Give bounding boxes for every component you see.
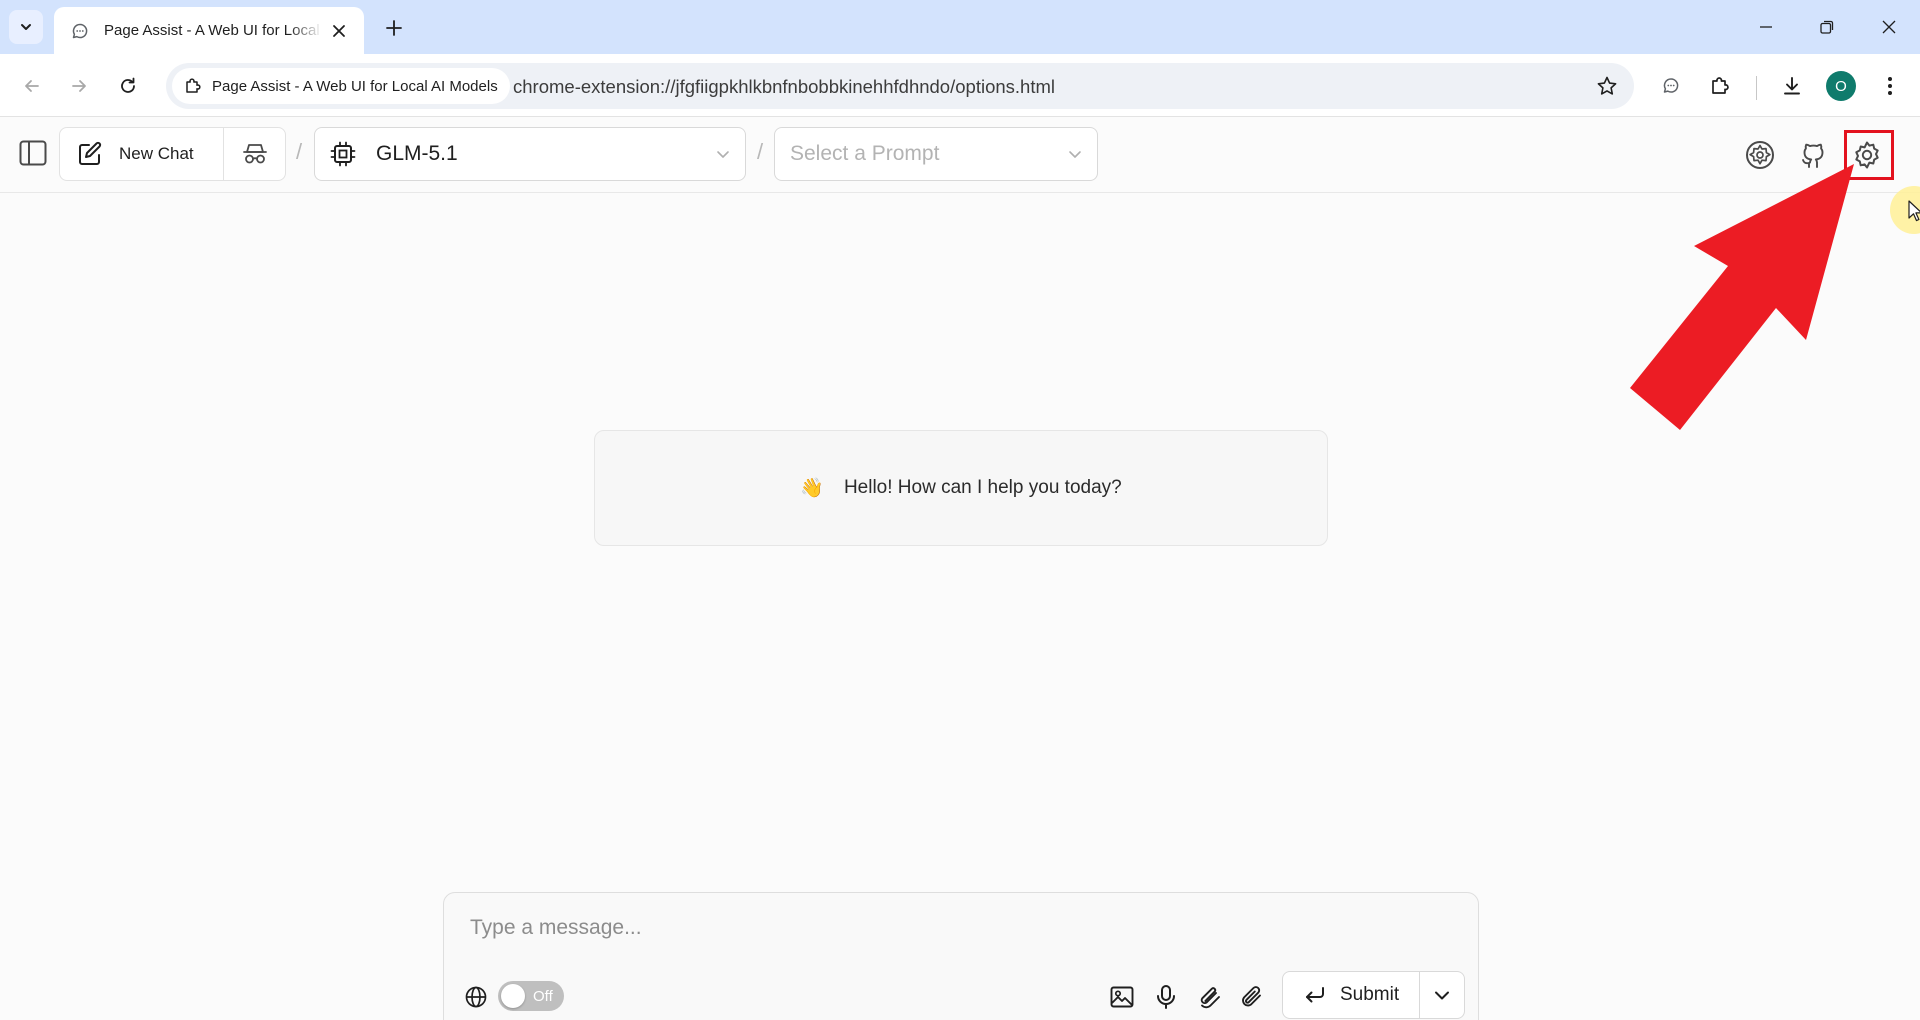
- message-composer: Off Submit: [443, 892, 1479, 1020]
- tab-search-button[interactable]: [9, 10, 43, 44]
- attach-document-button[interactable]: [1193, 981, 1225, 1013]
- close-tab-icon[interactable]: [328, 20, 350, 42]
- url-text[interactable]: chrome-extension://jfgfiigpkhlkbnfnbobbk…: [513, 76, 1055, 98]
- prompt-placeholder: Select a Prompt: [790, 142, 940, 165]
- browser-tab-strip: Page Assist - A Web UI for Local AI Mode…: [0, 0, 1920, 54]
- sidebar-toggle-icon[interactable]: [16, 136, 50, 170]
- more-menu-icon[interactable]: [1873, 69, 1907, 103]
- arrow-left-icon: [25, 80, 39, 92]
- chevron-down-icon: [717, 151, 729, 158]
- annotation-arrow: [1630, 164, 1854, 430]
- minimize-icon: [1760, 26, 1772, 28]
- web-search-toggle[interactable]: Off: [498, 981, 564, 1011]
- tab-title: Page Assist - A Web UI for Local AI Mode…: [104, 22, 322, 39]
- chat-actions-group: New Chat: [59, 127, 286, 181]
- browser-tab-active[interactable]: Page Assist - A Web UI for Local AI Mode…: [54, 7, 364, 54]
- profile-avatar[interactable]: O: [1826, 71, 1856, 101]
- web-search-icon: [461, 982, 491, 1012]
- downloads-icon[interactable]: [1775, 69, 1809, 103]
- forward-button[interactable]: [62, 69, 96, 103]
- close-icon: [1882, 20, 1896, 34]
- plus-icon: [386, 20, 402, 36]
- submit-group: Submit: [1282, 971, 1465, 1019]
- address-bar[interactable]: Page Assist - A Web UI for Local AI Mode…: [166, 63, 1634, 109]
- reload-button[interactable]: [111, 69, 145, 103]
- voice-input-button[interactable]: [1150, 981, 1182, 1013]
- toggle-state: Off: [533, 987, 553, 1005]
- upload-image-button[interactable]: [1106, 981, 1138, 1013]
- prompt-select[interactable]: Select a Prompt: [774, 127, 1098, 181]
- arrow-right-icon: [72, 80, 86, 92]
- submit-button[interactable]: Submit: [1283, 972, 1420, 1018]
- reload-icon: [121, 77, 135, 93]
- close-window-button[interactable]: [1867, 8, 1911, 46]
- globe-icon: [465, 986, 487, 1008]
- incognito-icon: [242, 144, 267, 164]
- waving-hand-icon: 👋: [800, 478, 824, 499]
- attach-file-button[interactable]: [1236, 981, 1268, 1013]
- new-chat-button[interactable]: New Chat: [60, 128, 224, 180]
- breadcrumb-separator: /: [757, 139, 764, 164]
- chevron-down-icon: [1435, 991, 1449, 1000]
- selected-model: GLM-5.1: [376, 142, 458, 165]
- enter-icon: [1306, 987, 1324, 1003]
- paperclip-icon: [1242, 986, 1261, 1007]
- attach-document-icon: [1200, 987, 1220, 1009]
- extensions-icon[interactable]: [1703, 69, 1737, 103]
- submit-label: Submit: [1340, 984, 1400, 1005]
- back-button[interactable]: [15, 69, 49, 103]
- chevron-down-icon: [21, 24, 31, 30]
- chevron-down-icon: [1069, 151, 1081, 158]
- minimize-button[interactable]: [1744, 8, 1788, 46]
- new-chat-icon: [79, 141, 102, 165]
- cpu-icon: [330, 141, 356, 167]
- greeting-card: 👋 Hello! How can I help you today?: [594, 430, 1328, 546]
- mouse-cursor-icon: [1908, 200, 1920, 222]
- toggle-knob: [501, 984, 525, 1008]
- submit-options-button[interactable]: [1420, 972, 1464, 1018]
- new-tab-button[interactable]: [378, 12, 410, 44]
- restore-icon: [1820, 20, 1834, 34]
- browser-toolbar: Page Assist - A Web UI for Local AI Mode…: [0, 54, 1920, 117]
- image-icon: [1110, 986, 1134, 1008]
- new-chat-label: New Chat: [119, 144, 194, 163]
- chat-assist-icon[interactable]: [1654, 69, 1688, 103]
- site-name: Page Assist - A Web UI for Local AI Mode…: [212, 77, 498, 95]
- greeting-text: Hello! How can I help you today?: [843, 477, 1122, 498]
- message-input[interactable]: [470, 911, 1430, 945]
- model-select[interactable]: GLM-5.1: [314, 127, 746, 181]
- bookmark-star-icon[interactable]: [1592, 71, 1622, 101]
- restore-button[interactable]: [1805, 8, 1849, 46]
- extension-puzzle-icon: [182, 75, 204, 97]
- chat-bubble-icon: [70, 21, 90, 41]
- site-info-chip[interactable]: Page Assist - A Web UI for Local AI Mode…: [172, 68, 510, 104]
- breadcrumb-separator: /: [296, 139, 303, 164]
- microphone-icon: [1157, 985, 1175, 1009]
- temporary-chat-button[interactable]: [224, 128, 285, 180]
- toolbar-divider: [1756, 76, 1757, 100]
